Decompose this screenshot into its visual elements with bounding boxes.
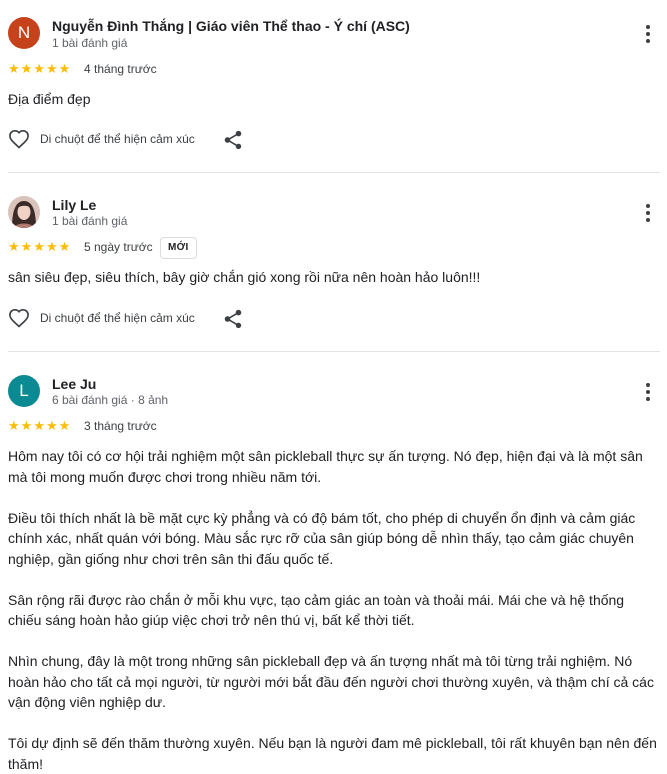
review-text: sân siêu đẹp, siêu thích, bây giờ chắn g… [8, 267, 660, 288]
review-paragraph: Điều tôi thích nhất là bề mặt cực kỳ phẳ… [8, 509, 636, 567]
star-icon: ★ [8, 239, 20, 254]
avatar[interactable] [8, 196, 40, 228]
review-paragraph: Nhìn chung, đây là một trong những sân p… [8, 653, 654, 710]
star-icon: ★ [58, 61, 71, 76]
reviewer-meta: 1 bài đánh giá [52, 214, 128, 228]
more-vert-icon[interactable] [638, 380, 658, 404]
divider [8, 351, 660, 352]
star-icon: ★ [58, 239, 71, 254]
reviewer-name[interactable]: Nguyễn Đình Thắng | Giáo viên Thể thao -… [52, 18, 410, 34]
star-icon: ★ [8, 61, 20, 76]
more-vert-icon[interactable] [638, 201, 658, 225]
heart-outline-icon [9, 129, 29, 149]
review-time: 4 tháng trước [84, 62, 157, 76]
reviewer-meta: 6 bài đánh giá · 8 ảnh [52, 393, 169, 407]
review-paragraph: Địa điểm đẹp [8, 91, 91, 107]
new-badge: MỚI [160, 237, 197, 259]
rating-stars: ★ ★ ★ ★ ★ [8, 419, 70, 433]
star-icon: ★ [20, 239, 33, 254]
review-time: 5 ngày trước [84, 240, 153, 254]
review-time: 3 tháng trước [84, 419, 157, 433]
star-icon: ★ [45, 61, 58, 76]
star-icon: ★ [33, 418, 45, 433]
star-icon: ★ [33, 61, 45, 76]
review-paragraph: Sân rộng rãi được rào chắn ở mỗi khu vực… [8, 591, 625, 629]
rating-stars: ★ ★ ★ ★ ★ [8, 240, 70, 254]
star-icon: ★ [45, 418, 58, 433]
share-icon[interactable] [222, 308, 244, 330]
star-icon: ★ [33, 239, 45, 254]
reviewer-meta: 1 bài đánh giá [52, 36, 128, 50]
reviewer-name[interactable]: Lee Ju [52, 376, 96, 392]
star-icon: ★ [20, 61, 33, 76]
react-button[interactable]: Di chuột để thể hiện cảm xúc [8, 308, 195, 328]
react-label: Di chuột để thể hiện cảm xúc [40, 311, 195, 325]
reviewer-name[interactable]: Lily Le [52, 197, 96, 213]
review-paragraph: Tôi dự định sẽ đến thăm thường xuyên. Nế… [8, 735, 657, 772]
avatar-photo [8, 196, 40, 228]
star-icon: ★ [45, 239, 58, 254]
star-icon: ★ [58, 418, 71, 433]
share-icon[interactable] [222, 129, 244, 151]
more-vert-icon[interactable] [638, 22, 658, 46]
rating-stars: ★ ★ ★ ★ ★ [8, 62, 70, 76]
star-icon: ★ [20, 418, 33, 433]
divider [8, 172, 660, 173]
react-button[interactable]: Di chuột để thể hiện cảm xúc [8, 129, 195, 149]
react-label: Di chuột để thể hiện cảm xúc [40, 132, 195, 146]
review-paragraph: sân siêu đẹp, siêu thích, bây giờ chắn g… [8, 269, 481, 285]
heart-outline-icon [9, 308, 29, 328]
review-text: Hôm nay tôi có cơ hội trải nghiệm một sâ… [8, 446, 660, 774]
review-paragraph: Hôm nay tôi có cơ hội trải nghiệm một sâ… [8, 448, 643, 485]
avatar[interactable]: N [8, 17, 40, 49]
review-text: Địa điểm đẹp [8, 89, 660, 110]
avatar[interactable]: L [8, 375, 40, 407]
star-icon: ★ [8, 418, 20, 433]
